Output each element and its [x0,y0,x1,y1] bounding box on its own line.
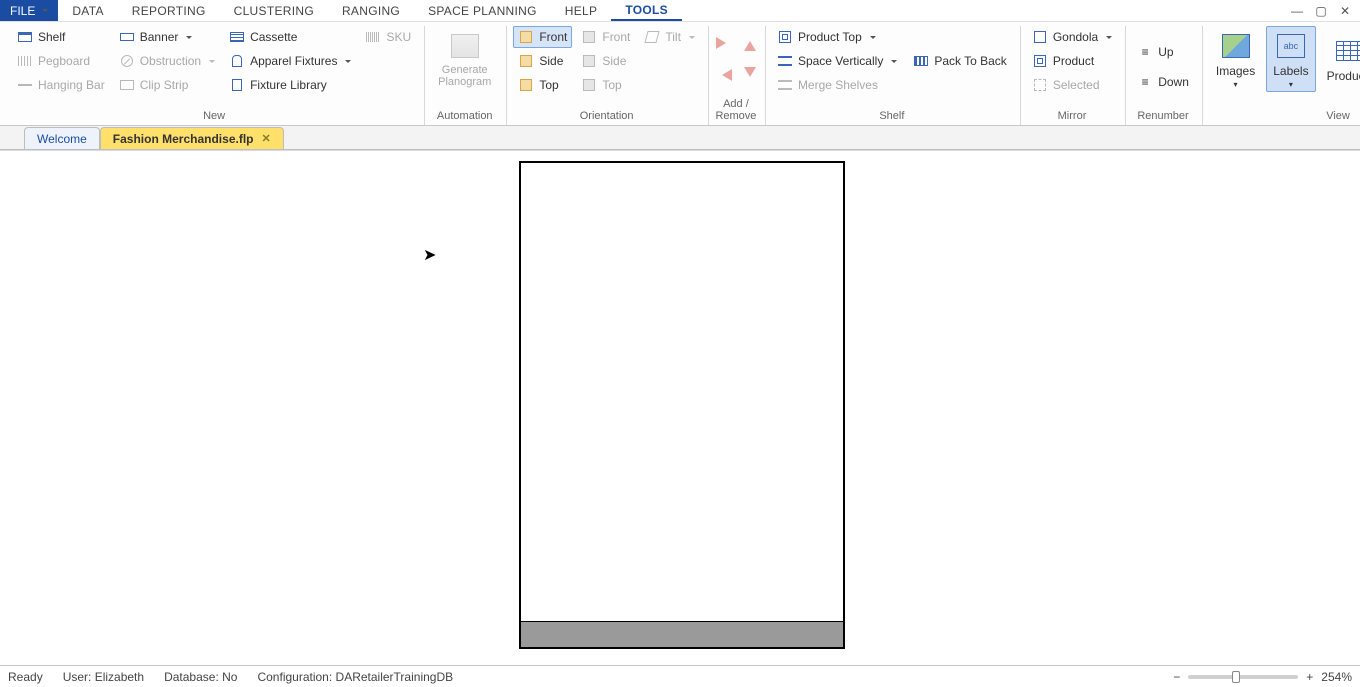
new-pegboard-button: Pegboard [12,50,110,72]
renumber-down-button[interactable]: ≡Down [1132,71,1194,93]
group-mirror: Gondola Product Selected Mirror [1021,26,1126,125]
document-tabs: Welcome Fashion Merchandise.flp ✕ [0,126,1360,150]
menu-reporting[interactable]: REPORTING [118,0,220,21]
group-add-remove: Add / Remove [709,26,766,125]
menu-space-planning[interactable]: SPACE PLANNING [414,0,551,21]
generate-icon [451,34,479,58]
planogram-gondola[interactable] [519,161,845,649]
canvas[interactable]: ➤ [0,150,1360,665]
group-view: Images▾ abc Labels▾ Products Transparent… [1203,26,1360,125]
renumber-up-button[interactable]: ≡Up [1132,41,1194,63]
group-automation: GeneratePlanogram Automation [425,26,507,125]
minimize-icon[interactable]: — [1290,4,1304,18]
view-images-button[interactable]: Images▾ [1209,26,1262,92]
menu-file[interactable]: FILE [0,0,58,21]
cap-top-button: Top [576,74,635,96]
group-label-add-remove: Add / Remove [715,95,757,125]
ribbon: Shelf Pegboard Hanging Bar Banner Obstru… [0,22,1360,126]
view-products-button[interactable]: Products [1320,26,1360,92]
tab-fashion-merchandise[interactable]: Fashion Merchandise.flp ✕ [100,127,284,149]
group-label-renumber: Renumber [1132,107,1194,125]
tilt-button: Tilt [639,26,700,48]
new-banner-button[interactable]: Banner [114,26,220,48]
status-database: Database: No [164,670,237,684]
group-shelf: Product Top Space Vertically Pack To Bac… [766,26,1021,125]
zoom-slider[interactable] [1188,675,1298,679]
group-new: Shelf Pegboard Hanging Bar Banner Obstru… [6,26,425,125]
new-fixture-library-button[interactable]: Fixture Library [224,74,356,96]
zoom-in-button[interactable]: + [1306,670,1313,684]
merge-shelves-button: Merge Shelves [772,74,1012,96]
group-label-mirror: Mirror [1027,107,1117,125]
mirror-product-button[interactable]: Product [1027,50,1117,72]
cursor-icon: ➤ [423,245,436,265]
new-shelf-button[interactable]: Shelf [12,26,110,48]
new-clip-strip-button: Clip Strip [114,74,220,96]
mirror-selected-button: Selected [1027,74,1117,96]
arrow-down-icon [744,67,756,83]
status-configuration: Configuration: DARetailerTrainingDB [257,670,453,684]
cap-side-button: Side [576,50,635,72]
product-top-button[interactable]: Product Top [772,26,1012,48]
group-label-orientation: Orientation [513,107,700,125]
cap-front-button: Front [576,26,635,48]
group-label-shelf: Shelf [772,107,1012,125]
orientation-top-button[interactable]: Top [513,74,572,96]
generate-planogram-button: GeneratePlanogram [431,26,498,92]
group-label-automation: Automation [431,107,498,125]
new-cassette-button[interactable]: Cassette [224,26,356,48]
pack-to-back-button[interactable]: Pack To Back [908,50,1011,72]
new-hanging-bar-button: Hanging Bar [12,74,110,96]
orientation-front-button[interactable]: Front [513,26,572,48]
window-controls: — ▢ ✕ [1290,0,1360,21]
view-labels-button[interactable]: abc Labels▾ [1266,26,1315,92]
add-right-button [715,32,733,54]
menu-ranging[interactable]: RANGING [328,0,414,21]
labels-icon: abc [1277,34,1305,58]
group-renumber: ≡Up ≡Down Renumber [1126,26,1203,125]
zoom-value: 254% [1321,670,1352,684]
products-icon [1336,41,1360,61]
tab-welcome[interactable]: Welcome [24,127,100,149]
images-icon [1222,34,1250,58]
orientation-side-button[interactable]: Side [513,50,572,72]
space-vertically-button[interactable]: Space Vertically [772,50,902,72]
add-down-button [743,64,757,86]
mirror-gondola-button[interactable]: Gondola [1027,26,1117,48]
new-apparel-fixtures-button[interactable]: Apparel Fixtures [224,50,356,72]
zoom-control: − + 254% [1173,670,1352,684]
menu-help[interactable]: HELP [551,0,612,21]
arrow-up-icon [744,35,756,51]
group-label-new: New [12,107,416,125]
status-bar: Ready User: Elizabeth Database: No Confi… [0,665,1360,687]
status-ready: Ready [8,670,43,684]
gondola-base [521,621,843,647]
status-user: User: Elizabeth [63,670,144,684]
new-sku-button: SKU [360,26,416,48]
new-obstruction-button: Obstruction [114,50,220,72]
maximize-icon[interactable]: ▢ [1314,4,1328,18]
tab-close-icon[interactable]: ✕ [262,132,271,145]
arrow-left-icon [716,69,732,81]
menu-tools[interactable]: TOOLS [611,0,682,21]
menu-clustering[interactable]: CLUSTERING [220,0,328,21]
menu-bar: FILE DATA REPORTING CLUSTERING RANGING S… [0,0,1360,22]
zoom-out-button[interactable]: − [1173,670,1180,684]
add-up-button [743,32,757,54]
group-orientation: Front Side Top Front Side Top Tilt Orien… [507,26,709,125]
arrow-right-icon [716,37,732,49]
add-left-button [715,64,733,86]
group-label-view: View [1209,107,1360,125]
close-icon[interactable]: ✕ [1338,4,1352,18]
menu-data[interactable]: DATA [58,0,117,21]
